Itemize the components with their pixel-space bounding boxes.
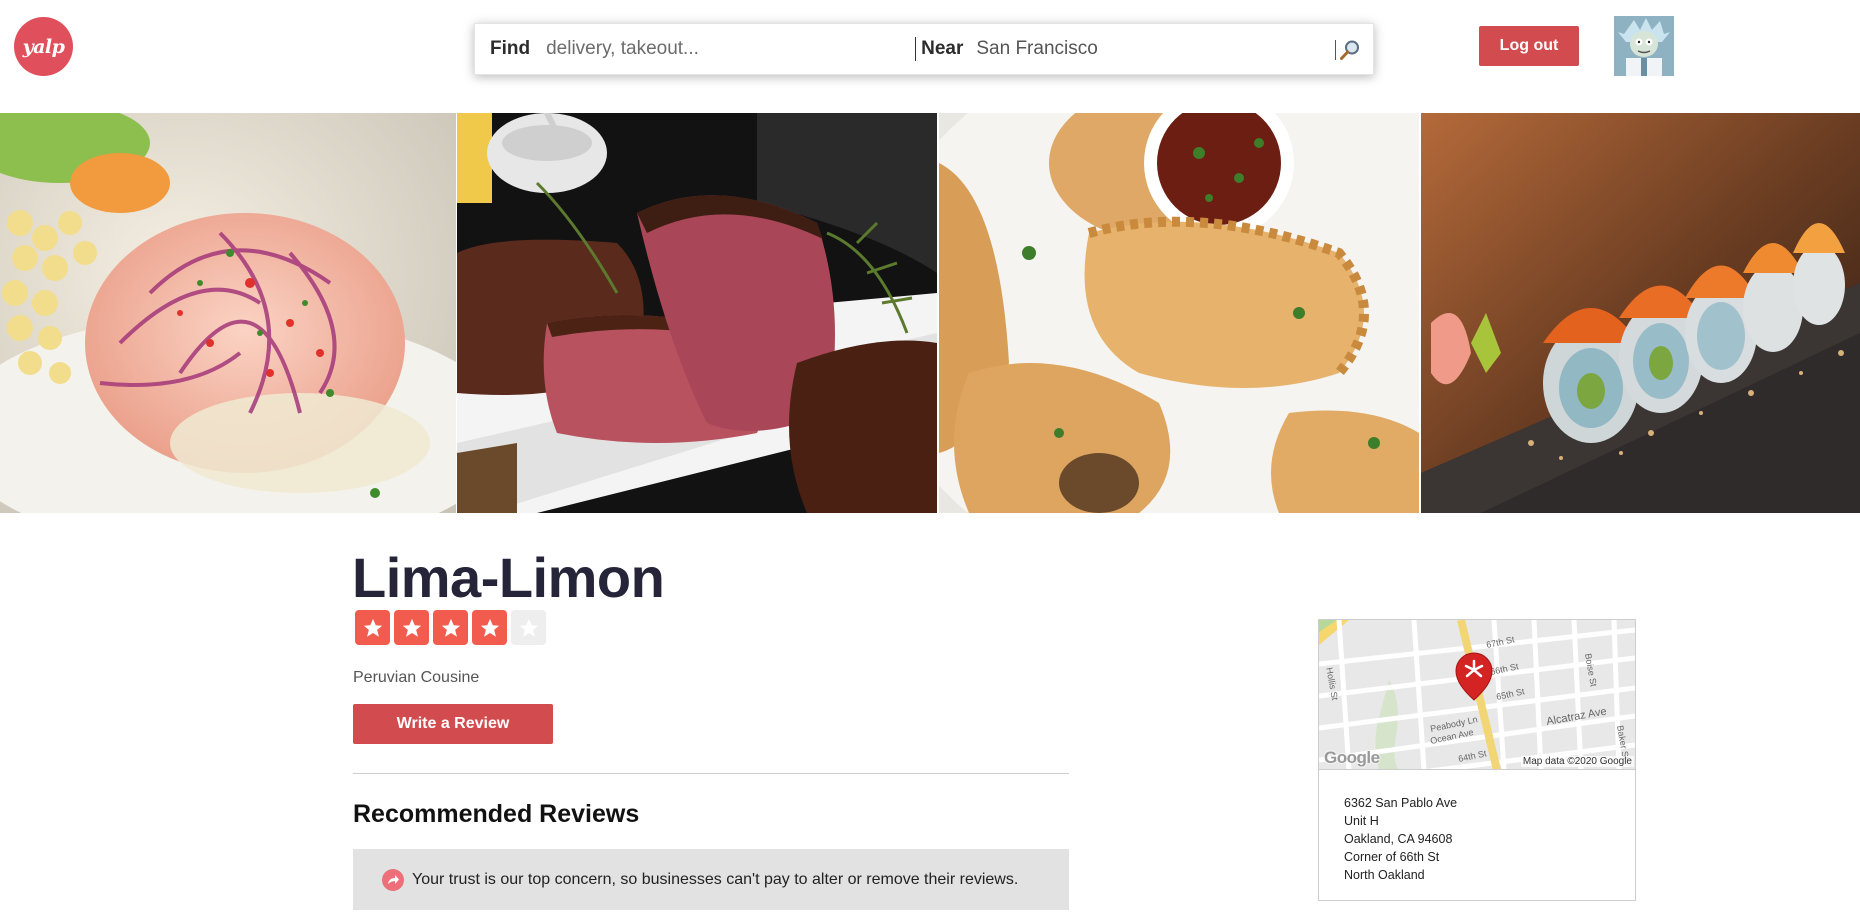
star-icon xyxy=(433,610,468,645)
location-card: Hollis St 67th St 66th St 65th St Peabod… xyxy=(1318,619,1636,901)
business-name: Lima-Limon xyxy=(352,546,665,609)
map-attribution[interactable]: Map data ©2020 Google xyxy=(1520,756,1634,767)
photo-strip xyxy=(0,113,1860,513)
ceviche-photo[interactable] xyxy=(0,113,456,513)
search-divider xyxy=(915,37,917,61)
business-address: 6362 San Pablo Ave Unit H Oakland, CA 94… xyxy=(1344,794,1457,884)
star-empty-icon xyxy=(511,610,546,645)
near-input[interactable] xyxy=(976,38,1347,60)
sushi-roll-photo[interactable] xyxy=(1421,113,1860,513)
near-label: Near xyxy=(921,38,964,59)
trust-notice: Your trust is our top concern, so busine… xyxy=(353,849,1069,910)
address-line: Unit H xyxy=(1344,814,1379,828)
business-category: Peruvian Cousine xyxy=(353,669,480,686)
star-icon xyxy=(355,610,390,645)
find-label: Find xyxy=(490,38,531,59)
logout-button[interactable]: Log out xyxy=(1479,26,1579,66)
address-line: Oakland, CA 94608 xyxy=(1344,832,1453,846)
recommended-reviews-title: Recommended Reviews xyxy=(353,800,640,828)
search-button-divider xyxy=(1335,40,1336,60)
user-avatar[interactable] xyxy=(1614,16,1674,76)
yalp-logo[interactable]: yalp xyxy=(14,17,73,76)
trust-notice-text: Your trust is our top concern, so busine… xyxy=(412,870,1019,888)
magnifier-icon xyxy=(1340,40,1359,60)
top-header: yalp Find Near Log out xyxy=(0,0,1860,113)
google-logo: Google xyxy=(1324,748,1380,767)
steak-photo[interactable] xyxy=(457,113,937,513)
location-map[interactable]: Hollis St 67th St 66th St 65th St Peabod… xyxy=(1319,620,1635,770)
star-icon xyxy=(472,610,507,645)
avatar-image xyxy=(1614,16,1674,76)
find-input[interactable] xyxy=(546,38,902,60)
share-arrow-icon xyxy=(382,868,404,891)
address-line: North Oakland xyxy=(1344,868,1425,882)
write-review-button[interactable]: Write a Review xyxy=(353,704,553,744)
address-line: 6362 San Pablo Ave xyxy=(1344,796,1458,810)
empanadas-photo[interactable] xyxy=(939,113,1419,513)
section-divider xyxy=(353,773,1069,774)
search-bar: Find Near xyxy=(474,23,1374,75)
star-icon xyxy=(394,610,429,645)
star-rating xyxy=(355,610,546,645)
search-button[interactable] xyxy=(1335,36,1363,64)
address-line: Corner of 66th St xyxy=(1344,850,1440,864)
